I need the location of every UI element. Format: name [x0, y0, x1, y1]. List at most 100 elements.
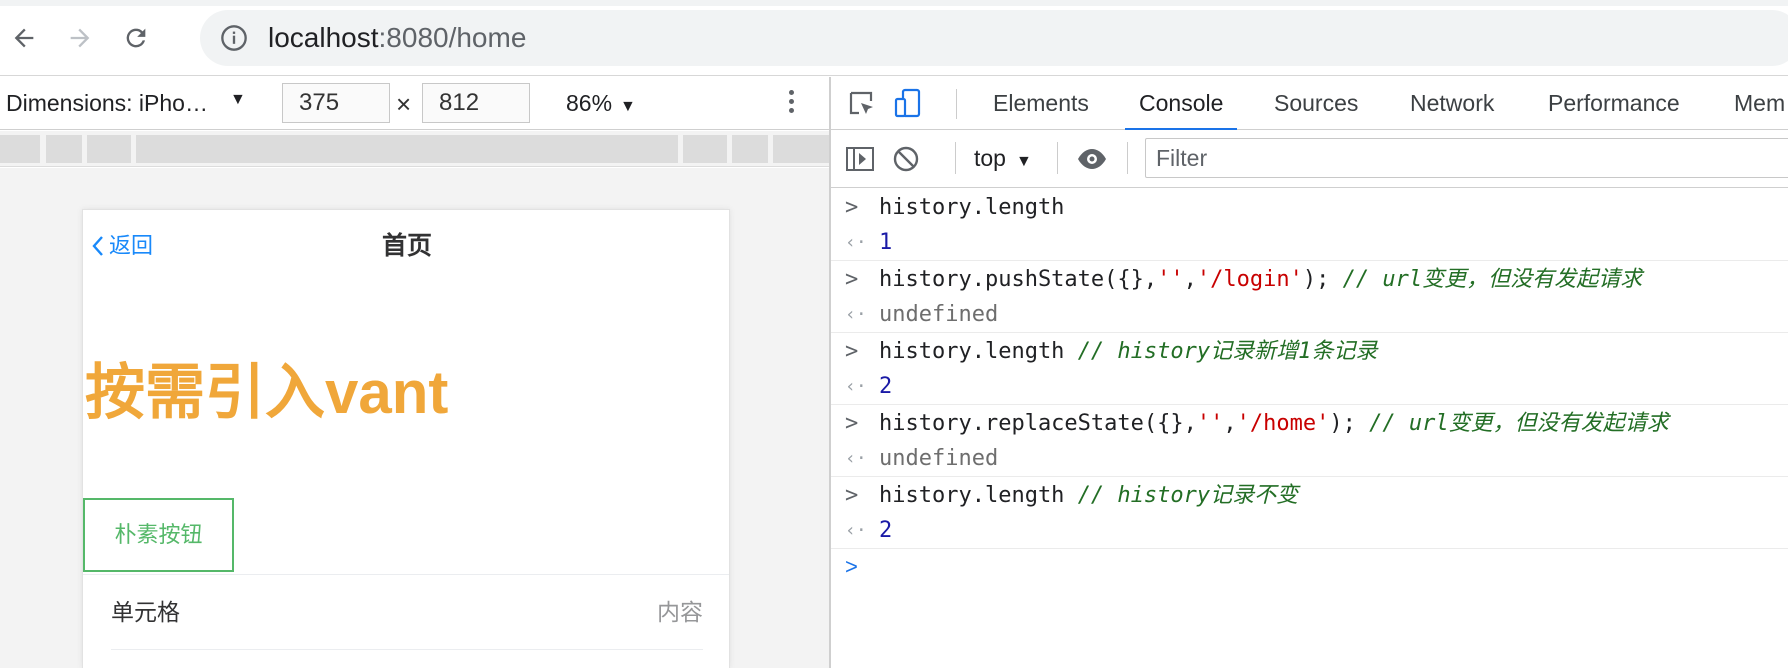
console-messages: > history.length ‹· 1 > history.pushState({},…	[831, 189, 1788, 585]
input-prompt-icon: >	[845, 195, 859, 220]
caret-down-icon: ▼	[620, 98, 636, 115]
device-toggle-icon[interactable]	[891, 87, 925, 121]
tab-console[interactable]: Console	[1124, 77, 1238, 131]
console-token: history.length	[879, 195, 1065, 220]
kebab-icon[interactable]	[786, 87, 796, 119]
console-input-line[interactable]: > history.pushState({},'','/login'); // u…	[831, 261, 1788, 298]
console-entry: > history.pushState({},'','/login'); // u…	[831, 261, 1788, 333]
toolbar-separator	[955, 142, 956, 174]
zoom-select[interactable]: 86% ▼	[566, 89, 636, 121]
output-return-icon: ‹·	[845, 520, 867, 541]
console-token: // history记录新增1条记录	[1077, 339, 1378, 364]
toolbar-separator	[1127, 142, 1128, 174]
console-token: );	[1302, 267, 1343, 292]
tab-sources[interactable]: Sources	[1274, 77, 1358, 130]
inspect-icon[interactable]	[845, 87, 879, 121]
input-prompt-icon: >	[845, 411, 859, 436]
back-arrow-icon	[14, 28, 34, 48]
input-prompt-icon: >	[845, 483, 859, 508]
console-output-value: undefined	[879, 446, 999, 471]
media-query-segment[interactable]	[773, 135, 829, 163]
devtools-panel: Elements Console Sources Network Perform…	[831, 77, 1788, 668]
media-query-segment[interactable]	[136, 135, 678, 163]
caret-down-icon: ▼	[1015, 153, 1032, 170]
console-token: ,	[1223, 411, 1237, 436]
toolbar-separator	[1057, 142, 1058, 174]
cell-row[interactable]: 单元格 内容	[83, 574, 729, 650]
console-token: history.length	[879, 339, 1078, 364]
console-token: // url变更，但没有发起请求	[1342, 267, 1643, 292]
caret-down-icon[interactable]: ▼	[230, 91, 246, 109]
console-token: ''	[1196, 411, 1224, 436]
console-token: // history记录不变	[1077, 483, 1299, 508]
console-output-line[interactable]: ‹· 2	[831, 514, 1788, 548]
console-token: '/home'	[1236, 411, 1330, 436]
console-toolbar: top ▼ Filter	[831, 130, 1788, 188]
console-entry: > history.length // history记录不变 ‹· 2	[831, 477, 1788, 549]
console-entry: > history.length ‹· 1	[831, 189, 1788, 261]
media-query-bar	[0, 131, 829, 167]
console-token: ''	[1157, 267, 1184, 292]
console-output-value: undefined	[879, 302, 999, 327]
cell-divider	[111, 649, 703, 650]
console-token: );	[1329, 411, 1370, 436]
console-output-value: 2	[879, 518, 893, 543]
console-input-line[interactable]: > history.length // history记录不变	[831, 477, 1788, 514]
console-entry: > history.length // history记录新增1条记录 ‹· 2	[831, 333, 1788, 405]
tab-performance[interactable]: Performance	[1548, 77, 1680, 130]
reload-icon	[126, 28, 146, 48]
media-query-segment[interactable]	[683, 135, 727, 163]
context-label: top	[974, 145, 1006, 171]
zoom-label: 86%	[566, 90, 613, 116]
device-toolbar: Dimensions: iPho… ▼ 375 × 812 86% ▼	[0, 77, 829, 130]
media-query-segment[interactable]	[732, 135, 768, 163]
output-return-icon: ‹·	[845, 376, 867, 397]
console-output-line[interactable]: ‹· 2	[831, 370, 1788, 404]
console-token: // url变更，但没有发起请求	[1369, 411, 1669, 436]
cell-title: 单元格	[111, 599, 180, 625]
console-prompt-input[interactable]: >	[831, 549, 1788, 585]
device-dimensions-select[interactable]: Dimensions: iPho…	[6, 89, 208, 117]
console-output-line[interactable]: ‹· undefined	[831, 442, 1788, 476]
context-select[interactable]: top ▼	[974, 145, 1032, 172]
address-bar[interactable]: localhost:8080/home	[200, 10, 1788, 66]
input-prompt-icon: >	[845, 339, 859, 364]
tab-strip-edge	[0, 0, 1788, 6]
forward-arrow-icon	[70, 28, 90, 48]
output-return-icon: ‹·	[845, 448, 867, 469]
console-input-line[interactable]: > history.length	[831, 189, 1788, 226]
media-query-segment[interactable]	[87, 135, 131, 163]
console-input-line[interactable]: > history.replaceState({},'','/home'); //…	[831, 405, 1788, 442]
eye-icon[interactable]	[1075, 142, 1109, 176]
device-width-input[interactable]: 375	[282, 83, 390, 123]
emulated-page: 返回 首页 按需引入vant 朴素按钮 单元格 内容	[82, 209, 730, 668]
url-host: localhost	[268, 22, 379, 53]
forward-button[interactable]	[60, 18, 100, 58]
console-filter-input[interactable]: Filter	[1145, 138, 1788, 178]
plain-button[interactable]: 朴素按钮	[83, 498, 234, 572]
reload-button[interactable]	[116, 18, 156, 58]
media-query-segment[interactable]	[46, 135, 82, 163]
console-output-line[interactable]: ‹· undefined	[831, 298, 1788, 332]
times-sign: ×	[396, 89, 412, 119]
clear-icon[interactable]	[889, 142, 923, 176]
console-entry: > history.replaceState({},'','/home'); //…	[831, 405, 1788, 477]
console-input-line[interactable]: > history.length // history记录新增1条记录	[831, 333, 1788, 370]
nav-bar: 返回 首页	[83, 210, 729, 284]
console-token: '/login'	[1196, 267, 1303, 292]
console-output-line[interactable]: ‹· 1	[831, 226, 1788, 260]
media-query-segment[interactable]	[0, 135, 40, 163]
output-return-icon: ‹·	[845, 304, 867, 325]
device-height-input[interactable]: 812	[422, 83, 530, 123]
devtools-tabbar: Elements Console Sources Network Perform…	[831, 77, 1788, 131]
console-token: history.replaceState({},	[879, 411, 1197, 436]
tab-network[interactable]: Network	[1410, 77, 1494, 130]
info-icon[interactable]	[220, 24, 248, 52]
sidebar-icon[interactable]	[843, 142, 877, 176]
console-token: ,	[1183, 267, 1197, 292]
back-button[interactable]	[4, 18, 44, 58]
input-prompt-icon: >	[845, 267, 859, 292]
cell-value: 内容	[657, 599, 703, 625]
tab-elements[interactable]: Elements	[993, 77, 1089, 130]
tab-memory[interactable]: Mem	[1734, 77, 1785, 130]
